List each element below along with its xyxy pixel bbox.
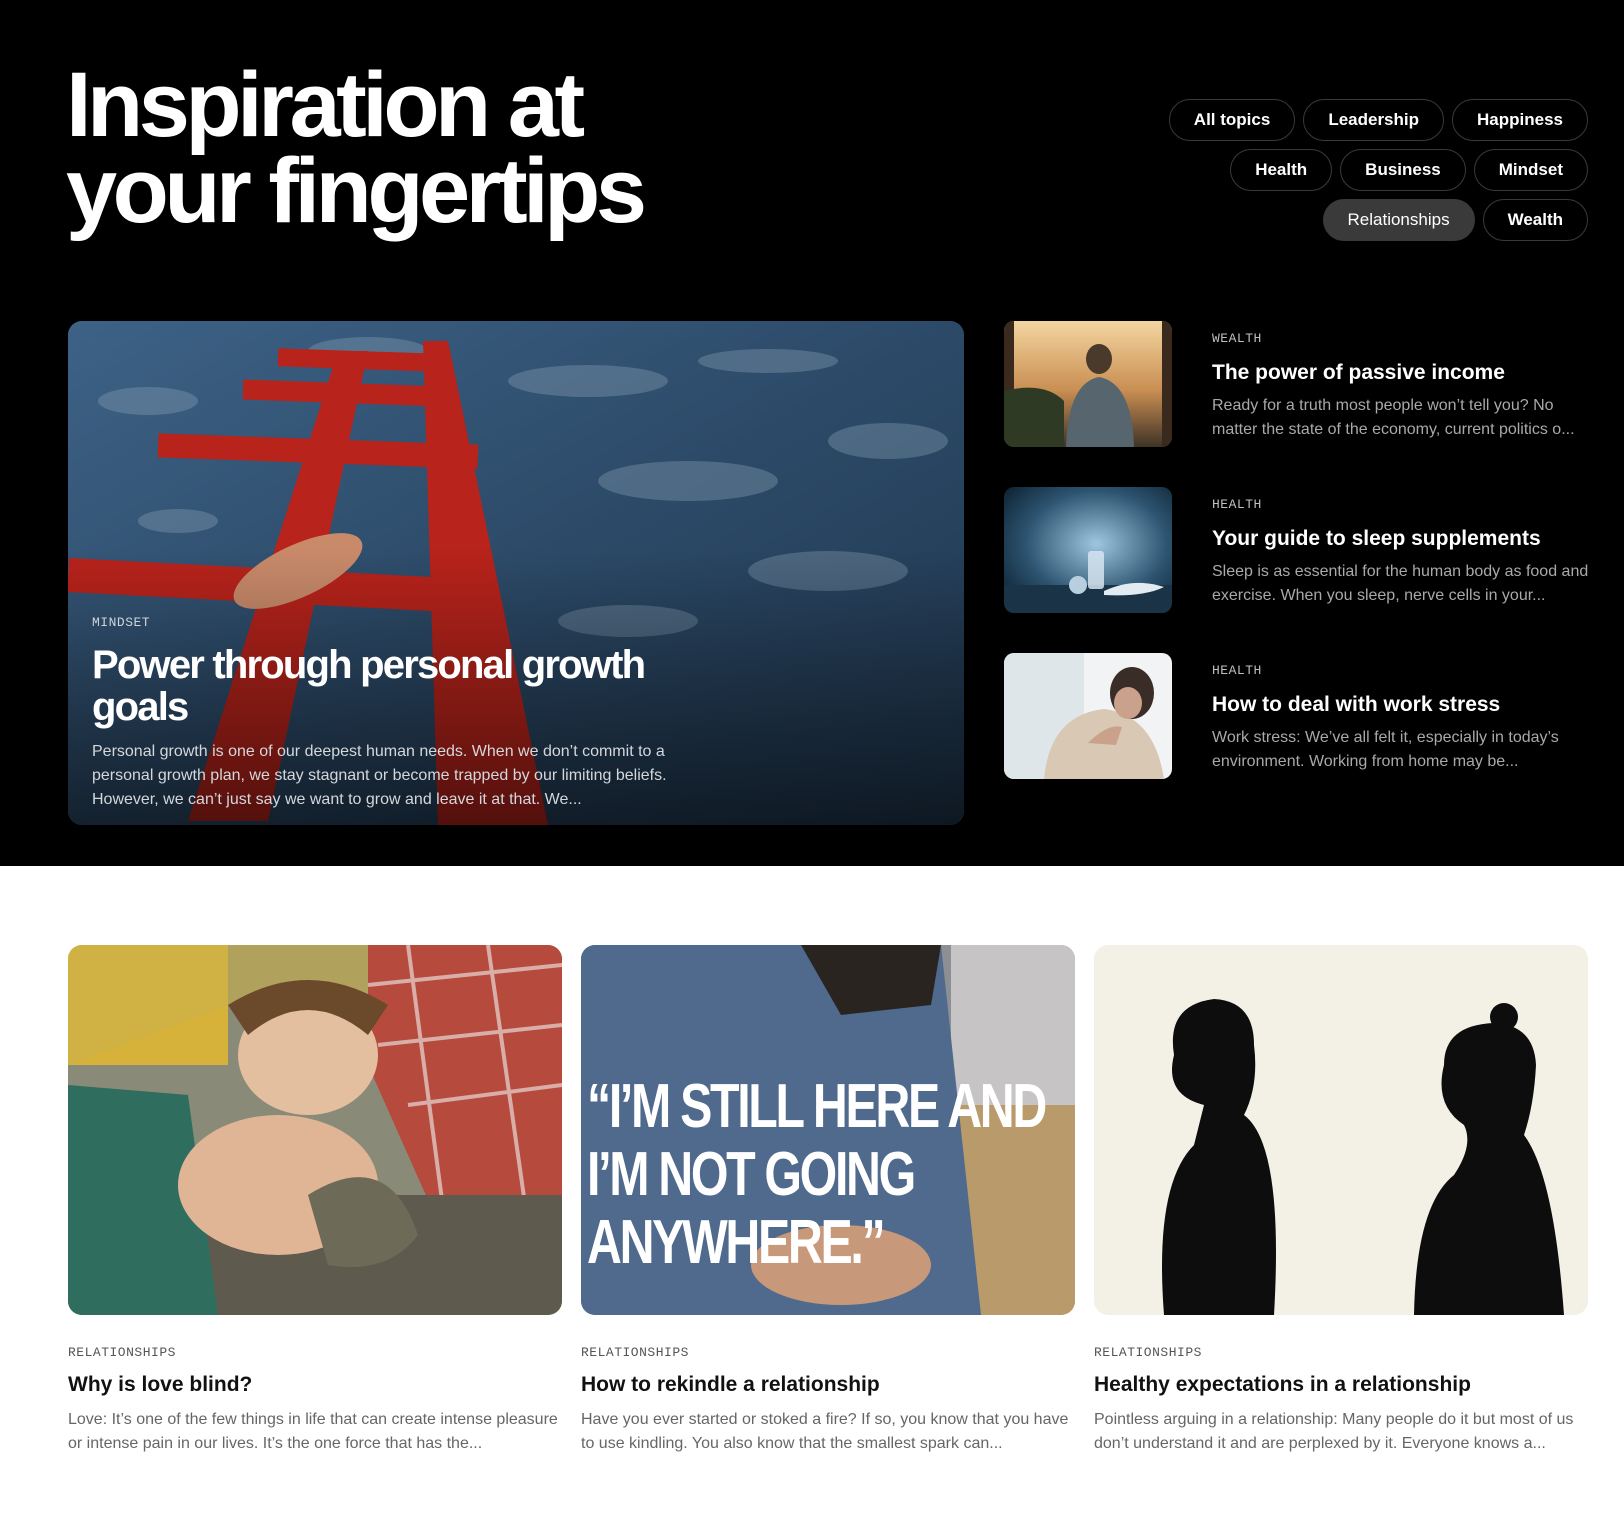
- side-article-title[interactable]: How to deal with work stress: [1212, 692, 1592, 718]
- supplements-image: [1004, 487, 1172, 613]
- article-card-rekindle[interactable]: “I’M STILL HERE AND I’M NOT GOING ANYWHE…: [581, 945, 1075, 1456]
- side-article-work-stress[interactable]: HEALTH How to deal with work stress Work…: [1004, 653, 1588, 779]
- featured-title[interactable]: Power through personal growth goals: [92, 644, 652, 728]
- side-article-description: Sleep is as essential for the human body…: [1212, 560, 1592, 608]
- topic-chip-happiness[interactable]: Happiness: [1452, 99, 1588, 141]
- article-card-category: RELATIONSHIPS: [1094, 1345, 1588, 1360]
- side-article-description: Ready for a truth most people won’t tell…: [1212, 394, 1592, 442]
- article-card-title[interactable]: Why is love blind?: [68, 1372, 562, 1398]
- featured-description: Personal growth is one of our deepest hu…: [92, 740, 692, 812]
- article-card-image: [68, 945, 562, 1315]
- article-card-category: RELATIONSHIPS: [68, 1345, 562, 1360]
- article-card-love-blind[interactable]: RELATIONSHIPS Why is love blind? Love: I…: [68, 945, 562, 1456]
- side-article-title[interactable]: The power of passive income: [1212, 360, 1592, 386]
- topic-chip-health[interactable]: Health: [1230, 149, 1332, 191]
- topic-chip-relationships[interactable]: Relationships: [1323, 199, 1475, 241]
- page-title: Inspiration at your fingertips: [66, 62, 766, 234]
- stressed-woman-image: [1004, 653, 1172, 779]
- article-card-image: “I’M STILL HERE AND I’M NOT GOING ANYWHE…: [581, 945, 1075, 1315]
- side-article-category: HEALTH: [1212, 497, 1592, 512]
- side-article-category: WEALTH: [1212, 331, 1592, 346]
- side-article-thumbnail: [1004, 653, 1172, 779]
- silhouettes-image: [1094, 945, 1588, 1315]
- image-quote-text: “I’M STILL HERE AND I’M NOT GOING ANYWHE…: [587, 1073, 1071, 1277]
- topic-chip-business[interactable]: Business: [1340, 149, 1466, 191]
- side-article-description: Work stress: We’ve all felt it, especial…: [1212, 726, 1592, 774]
- featured-article[interactable]: MINDSET Power through personal growth go…: [68, 321, 964, 825]
- topic-filter: All topics Leadership Happiness Health B…: [1168, 99, 1588, 241]
- side-article-sleep-supplements[interactable]: HEALTH Your guide to sleep supplements S…: [1004, 487, 1588, 613]
- article-card-healthy-expectations[interactable]: RELATIONSHIPS Healthy expectations in a …: [1094, 945, 1588, 1456]
- topic-chip-all-topics[interactable]: All topics: [1169, 99, 1296, 141]
- article-card-category: RELATIONSHIPS: [581, 1345, 1075, 1360]
- side-article-body: WEALTH The power of passive income Ready…: [1212, 331, 1592, 442]
- page-title-line-2: your fingertips: [66, 148, 766, 234]
- side-article-thumbnail: [1004, 321, 1172, 447]
- topic-chip-leadership[interactable]: Leadership: [1303, 99, 1444, 141]
- article-card-description: Have you ever started or stoked a fire? …: [581, 1408, 1075, 1456]
- side-article-thumbnail: [1004, 487, 1172, 613]
- man-at-window-image: [1004, 321, 1172, 447]
- side-article-body: HEALTH Your guide to sleep supplements S…: [1212, 497, 1592, 608]
- article-card-description: Love: It’s one of the few things in life…: [68, 1408, 562, 1456]
- topic-chip-mindset[interactable]: Mindset: [1474, 149, 1588, 191]
- article-card-description: Pointless arguing in a relationship: Man…: [1094, 1408, 1588, 1456]
- article-card-title[interactable]: Healthy expectations in a relationship: [1094, 1372, 1588, 1398]
- featured-category: MINDSET: [92, 615, 712, 630]
- side-article-body: HEALTH How to deal with work stress Work…: [1212, 663, 1592, 774]
- side-article-passive-income[interactable]: WEALTH The power of passive income Ready…: [1004, 321, 1588, 447]
- couple-lying-image: [68, 945, 562, 1315]
- side-article-title[interactable]: Your guide to sleep supplements: [1212, 526, 1592, 552]
- side-article-category: HEALTH: [1212, 663, 1592, 678]
- hero-section: Inspiration at your fingertips All topic…: [0, 0, 1624, 866]
- page-title-line-1: Inspiration at: [66, 62, 766, 148]
- article-card-title[interactable]: How to rekindle a relationship: [581, 1372, 1075, 1398]
- article-card-image: [1094, 945, 1588, 1315]
- featured-article-text: MINDSET Power through personal growth go…: [92, 615, 712, 812]
- topic-chip-wealth[interactable]: Wealth: [1483, 199, 1588, 241]
